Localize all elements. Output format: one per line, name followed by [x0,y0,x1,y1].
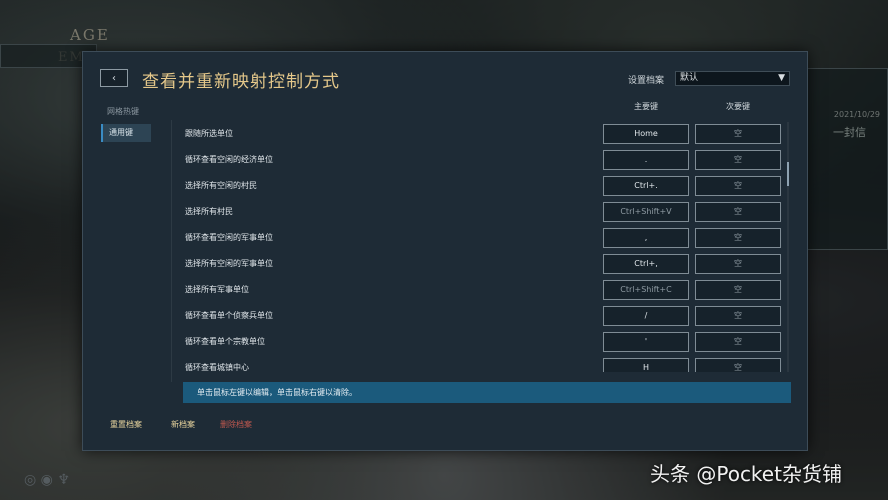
chevron-left-icon: ‹ [112,72,116,84]
hotkey-action-name: 选择所有空闲的军事单位 [185,259,273,268]
hotkey-action-name: 选择所有空闲的村民 [185,181,257,190]
primary-key-button[interactable]: Home [603,124,689,144]
primary-key-button[interactable]: H [603,358,689,372]
secondary-key-button[interactable]: 空 [695,150,781,170]
profile-label: 设置档案 [628,76,665,86]
hotkey-action-name: 跟随所选单位 [185,129,233,138]
background-side-panel [804,68,888,250]
sidebar-divider [171,120,172,382]
table-row: 选择所有军事单位 Ctrl+Shift+C 空 [183,278,787,302]
primary-key-button[interactable]: Ctrl+Shift+C [603,280,689,300]
primary-key-button[interactable]: / [603,306,689,326]
profile-select[interactable]: 默认 ▼ [675,71,790,86]
secondary-key-button[interactable]: 空 [695,202,781,222]
secondary-key-button[interactable]: 空 [695,306,781,326]
primary-key-button[interactable]: , [603,228,689,248]
table-row: 循环查看空闲的军事单位 , 空 [183,226,787,250]
back-button[interactable]: ‹ [100,69,128,87]
table-row: 选择所有空闲的军事单位 Ctrl+, 空 [183,252,787,276]
primary-key-button[interactable]: Ctrl+. [603,176,689,196]
secondary-key-button[interactable]: 空 [695,124,781,144]
hotkey-action-name: 循环查看空闲的军事单位 [185,233,273,242]
column-header-primary: 主要键 [634,102,658,111]
table-row: 选择所有村民 Ctrl+Shift+V 空 [183,200,787,224]
primary-key-button[interactable]: ' [603,332,689,352]
primary-key-button[interactable]: . [603,150,689,170]
table-row: 循环查看单个侦察兵单位 / 空 [183,304,787,328]
bottom-hud-icons: ◎ ◉ ♆ [24,472,70,488]
hint-bar: 单击鼠标左键以编辑，单击鼠标右键以清除。 [183,382,791,403]
background-game-title: AGE [70,26,110,44]
secondary-key-button[interactable]: 空 [695,176,781,196]
secondary-key-button[interactable]: 空 [695,280,781,300]
table-row: 跟随所选单位 Home 空 [183,122,787,146]
primary-key-button[interactable]: Ctrl+Shift+V [603,202,689,222]
secondary-key-button[interactable]: 空 [695,332,781,352]
hotkey-action-name: 选择所有村民 [185,207,233,216]
dialog-title: 查看并重新映射控制方式 [142,72,340,92]
hotkey-list: 跟随所选单位 Home 空 循环查看空闲的经济单位 . 空 选择所有空闲的村民 … [183,122,787,372]
table-row: 循环查看城镇中心 H 空 [183,356,787,372]
table-row: 选择所有空闲的村民 Ctrl+. 空 [183,174,787,198]
reset-profile-button[interactable]: 重置档案 [110,419,142,430]
hotkey-action-name: 选择所有军事单位 [185,285,249,294]
background-side-text: 一封信 [833,126,866,139]
hotkey-dialog: ‹ 查看并重新映射控制方式 设置档案 默认 ▼ 网格热键 通用键 主要键 次要键… [82,51,808,451]
hotkey-action-name: 循环查看单个侦察兵单位 [185,311,273,320]
column-header-secondary: 次要键 [726,102,750,111]
chevron-down-icon: ▼ [778,73,785,83]
sidebar-item-general[interactable]: 通用键 [101,124,151,142]
profile-select-value: 默认 [680,73,699,83]
secondary-key-button[interactable]: 空 [695,358,781,372]
watermark-text: 头条 @Pocket杂货铺 [650,462,842,486]
background-side-date: 2021/10/29 [833,110,880,119]
primary-key-button[interactable]: Ctrl+, [603,254,689,274]
table-row: 循环查看单个宗教单位 ' 空 [183,330,787,354]
hotkey-action-name: 循环查看单个宗教单位 [185,337,265,346]
scrollbar-thumb[interactable] [787,162,789,186]
secondary-key-button[interactable]: 空 [695,228,781,248]
new-profile-button[interactable]: 新档案 [171,419,195,430]
hotkey-action-name: 循环查看空闲的经济单位 [185,155,273,164]
hotkey-action-name: 循环查看城镇中心 [185,363,249,372]
scrollbar-track[interactable] [787,122,789,372]
sidebar-header[interactable]: 网格热键 [107,106,139,117]
table-row: 循环查看空闲的经济单位 . 空 [183,148,787,172]
secondary-key-button[interactable]: 空 [695,254,781,274]
delete-profile-button[interactable]: 删除档案 [220,419,252,430]
